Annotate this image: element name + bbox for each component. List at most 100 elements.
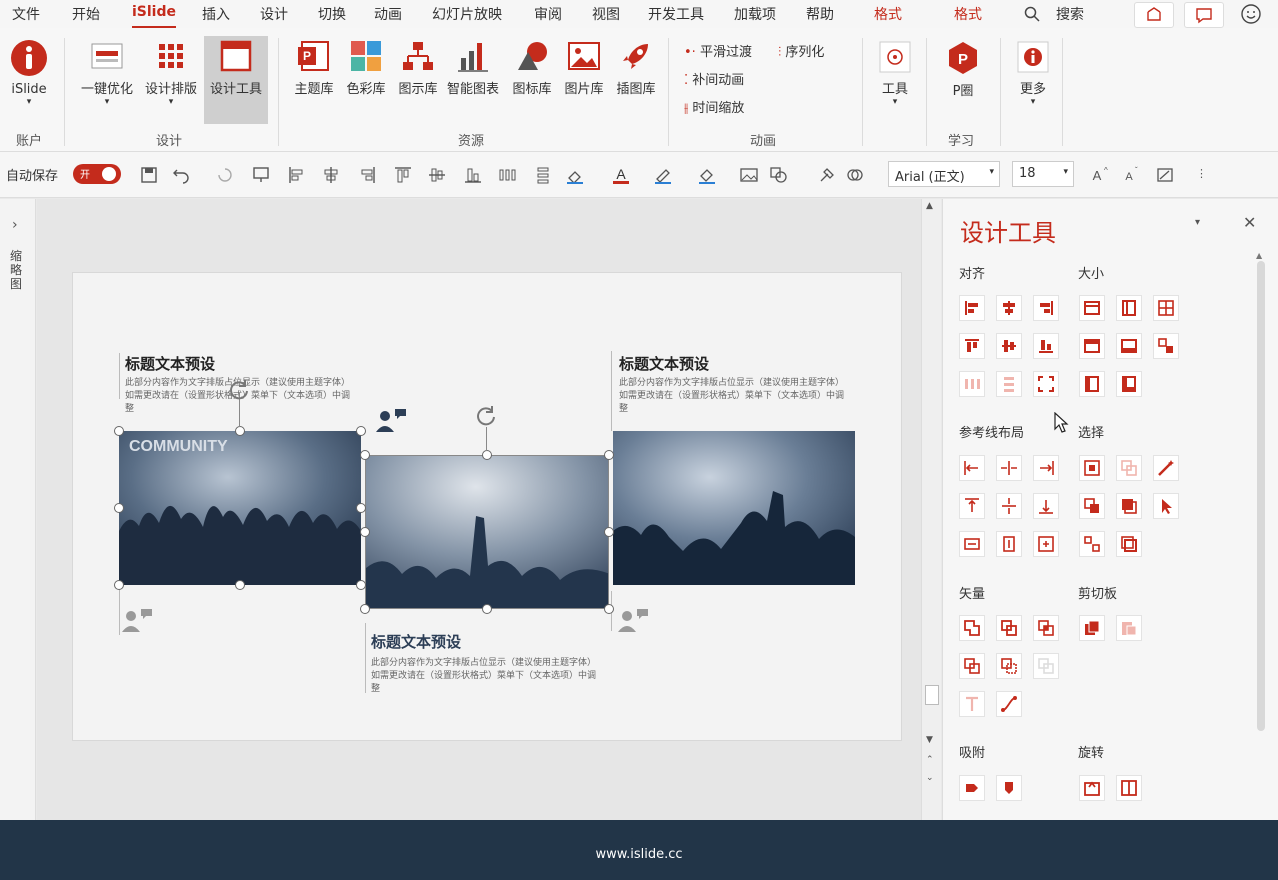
vector-fragment-tool[interactable] <box>1033 615 1059 641</box>
select-inverse-tool[interactable] <box>1079 531 1105 557</box>
font-size-select[interactable]: 18 ▾ <box>1012 161 1074 187</box>
present-icon[interactable] <box>252 166 270 184</box>
menu-review[interactable]: 审阅 <box>534 4 562 24</box>
shape-fill-icon[interactable] <box>698 166 716 184</box>
menu-design[interactable]: 设计 <box>260 4 288 24</box>
diagram-library-button[interactable]: 图示库 <box>392 38 444 97</box>
expand-chevron-icon[interactable]: › <box>12 217 18 233</box>
align-left-icon[interactable] <box>288 166 306 184</box>
align-right-icon[interactable] <box>358 166 376 184</box>
guide-right-tool[interactable] <box>1033 455 1059 481</box>
align-left-tool[interactable] <box>959 295 985 321</box>
copy-tool[interactable] <box>1079 615 1105 641</box>
close-icon[interactable]: ✕ <box>1243 213 1256 232</box>
select-overlap-tool[interactable] <box>1079 493 1105 519</box>
align-center-icon[interactable] <box>322 166 340 184</box>
concert-photo-1[interactable]: COMMUNITY <box>119 431 361 585</box>
snap-top-tool[interactable] <box>996 775 1022 801</box>
fill-icon[interactable] <box>566 166 584 184</box>
smiley-icon[interactable] <box>1240 3 1262 25</box>
serialize-button[interactable]: ⫶ 序列化 <box>778 41 824 60</box>
image-library-button[interactable]: 图片库 <box>558 38 610 97</box>
one-click-optimize-button[interactable]: 一键优化 ▾ <box>76 38 138 107</box>
menu-format-2[interactable]: 格式 <box>954 4 982 24</box>
same-size-tool[interactable] <box>1153 295 1179 321</box>
resize-handle[interactable] <box>235 580 245 590</box>
align-bottom-tool[interactable] <box>1033 333 1059 359</box>
icon-library-button[interactable]: 图标库 <box>506 38 558 97</box>
resize-handle[interactable] <box>114 503 124 513</box>
menu-format-1[interactable]: 格式 <box>874 4 902 24</box>
vector-exclude-tool[interactable] <box>1033 653 1059 679</box>
select-same-type-tool[interactable] <box>1116 455 1142 481</box>
menu-slideshow[interactable]: 幻灯片放映 <box>432 4 502 24</box>
resize-handle[interactable] <box>604 527 614 537</box>
menu-view[interactable]: 视图 <box>592 4 620 24</box>
merge-shapes-icon[interactable] <box>846 166 864 184</box>
match-width-left-tool[interactable] <box>1079 333 1105 359</box>
guide-fill-v-tool[interactable] <box>996 531 1022 557</box>
select-pointer-tool[interactable] <box>1153 493 1179 519</box>
flip-tool[interactable] <box>1116 775 1142 801</box>
slide-body-3[interactable]: 此部分内容作为文字排版占位显示（建议使用主题字体） 如需更改请在（设置形状格式）… <box>619 377 849 416</box>
slide-title-2[interactable]: 标题文本预设 <box>371 631 461 652</box>
menu-developer[interactable]: 开发工具 <box>648 4 704 24</box>
redo-icon[interactable] <box>216 166 234 184</box>
scroll-down-icon[interactable]: ▼ <box>926 735 933 745</box>
guide-left-tool[interactable] <box>959 455 985 481</box>
islide-account-button[interactable]: iSlide ▾ <box>6 38 52 107</box>
menu-transitions[interactable]: 切换 <box>318 4 346 24</box>
select-back-tool[interactable] <box>1116 531 1142 557</box>
font-color-icon[interactable]: A <box>612 166 630 184</box>
slide[interactable]: 标题文本预设 此部分内容作为文字排版占位显示（建议使用主题字体） 如需更改请在（… <box>72 272 902 741</box>
resize-handle[interactable] <box>604 604 614 614</box>
resize-handle[interactable] <box>482 450 492 460</box>
guide-bottom-tool[interactable] <box>1033 493 1059 519</box>
design-layout-button[interactable]: 设计排版 ▾ <box>140 38 202 107</box>
resize-handle[interactable] <box>356 580 366 590</box>
rotate-icon[interactable] <box>474 403 498 427</box>
match-width-right-tool[interactable] <box>1116 333 1142 359</box>
resize-handle[interactable] <box>114 426 124 436</box>
save-icon[interactable] <box>140 166 158 184</box>
slide-title-3[interactable]: 标题文本预设 <box>619 353 709 374</box>
format-painter-icon[interactable] <box>818 166 836 184</box>
illustration-library-button[interactable]: 插图库 <box>610 38 662 97</box>
rotate-tool[interactable] <box>1079 775 1105 801</box>
share-button[interactable] <box>1134 2 1174 28</box>
match-height-bottom-tool[interactable] <box>1116 371 1142 397</box>
theme-library-button[interactable]: P 主题库 <box>288 38 340 97</box>
distribute-vertical-tool[interactable] <box>996 371 1022 397</box>
rotate-icon[interactable] <box>227 377 251 401</box>
panel-scroll-up-icon[interactable]: ▲ <box>1256 251 1262 260</box>
resize-handle[interactable] <box>482 604 492 614</box>
select-front-tool[interactable] <box>1116 493 1142 519</box>
image-icon[interactable] <box>740 166 758 184</box>
menu-animations[interactable]: 动画 <box>374 4 402 24</box>
tween-animation-button[interactable]: ⁚ 补间动画 <box>684 69 744 88</box>
decrease-font-icon[interactable]: Aˇ <box>1122 166 1140 184</box>
design-tools-button[interactable]: 设计工具 <box>204 36 268 124</box>
swap-size-tool[interactable] <box>1153 333 1179 359</box>
p-circle-button[interactable]: P P圈 <box>940 40 986 99</box>
scroll-up-icon[interactable]: ▲ <box>926 201 933 211</box>
resize-handle[interactable] <box>356 503 366 513</box>
slide-title-1[interactable]: 标题文本预设 <box>125 353 215 374</box>
search-icon[interactable] <box>1024 6 1040 22</box>
scroll-thumb[interactable] <box>925 685 939 705</box>
panel-options-chevron-icon[interactable]: ▾ <box>1195 217 1200 228</box>
guide-fill-all-tool[interactable] <box>1033 531 1059 557</box>
snap-left-tool[interactable] <box>959 775 985 801</box>
panel-scrollbar[interactable] <box>1257 261 1265 731</box>
paste-tool[interactable] <box>1116 615 1142 641</box>
prev-slide-icon[interactable]: ⌃ <box>926 755 934 765</box>
distribute-vertical-icon[interactable] <box>534 166 552 184</box>
menu-help[interactable]: 帮助 <box>806 4 834 24</box>
shapes-icon[interactable] <box>770 166 788 184</box>
font-family-select[interactable]: Arial (正文) ▾ <box>888 161 1000 187</box>
resize-handle[interactable] <box>235 426 245 436</box>
clear-format-icon[interactable] <box>1156 166 1174 184</box>
comment-button[interactable] <box>1184 2 1224 28</box>
resize-handle[interactable] <box>360 450 370 460</box>
color-library-button[interactable]: 色彩库 <box>340 38 392 97</box>
